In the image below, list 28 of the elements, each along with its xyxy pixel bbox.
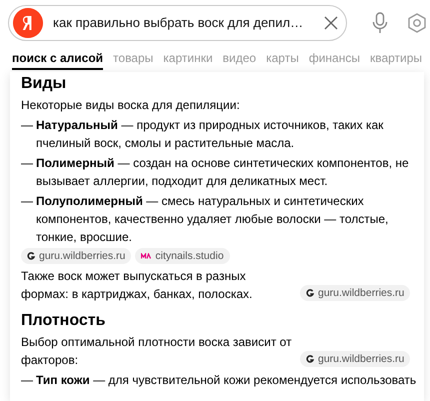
list-dash: — <box>21 193 34 210</box>
yandex-logo-icon <box>13 8 43 38</box>
source-logo-icon <box>306 355 314 363</box>
list-dash: — <box>21 117 34 134</box>
search-query: как правильно выбрать воск для депил… <box>53 14 304 32</box>
tab[interactable]: поиск с алисой <box>12 49 104 70</box>
paragraph: Также воск может выпускаться в разных формах: в картриджах, банках, полосках. <box>21 268 254 303</box>
source-link[interactable]: guru.wildberries.ru <box>21 248 132 264</box>
microphone-icon[interactable] <box>372 12 388 34</box>
paragraph: Некоторые виды воска для депиляции: <box>21 97 240 114</box>
source-link[interactable]: guru.wildberries.ru <box>300 351 410 367</box>
source-logo-icon <box>141 253 152 259</box>
list-dash: — <box>21 155 34 172</box>
camera-icon[interactable] <box>408 13 426 33</box>
search-field[interactable]: как правильно выбрать воск для депил… <box>8 5 347 41</box>
close-icon[interactable] <box>324 16 338 30</box>
list-item-text: Полуполимерный — смесь натуральных и синтетических компонентов, качественно удаляет любые волоски — толстые, тонкие, вросшие. <box>36 193 390 246</box>
list-item-text: Полимерный — создан на основе синтетических компонентов, не вызывает аллергии, подходит для деликатных мест. <box>36 155 410 190</box>
source-link[interactable]: guru.wildberries.ru <box>300 285 410 301</box>
section-heading: Плотность <box>21 311 106 331</box>
list-item-text: Тип кожи — для чувствительной кожи рекомендуется использовать <box>36 372 416 389</box>
source-link[interactable]: citynails.studio <box>135 248 230 264</box>
list-dash: — <box>21 372 34 389</box>
section-heading: Виды <box>21 74 68 94</box>
source-logo-icon <box>27 252 35 260</box>
paragraph: Выбор оптимальной плотности воска зависит от факторов: <box>21 334 293 369</box>
source-logo-icon <box>306 289 314 297</box>
list-item-text: Натуральный — продукт из природных источников, таких как пчелиный воск, смолы и растительные масла. <box>36 117 384 152</box>
